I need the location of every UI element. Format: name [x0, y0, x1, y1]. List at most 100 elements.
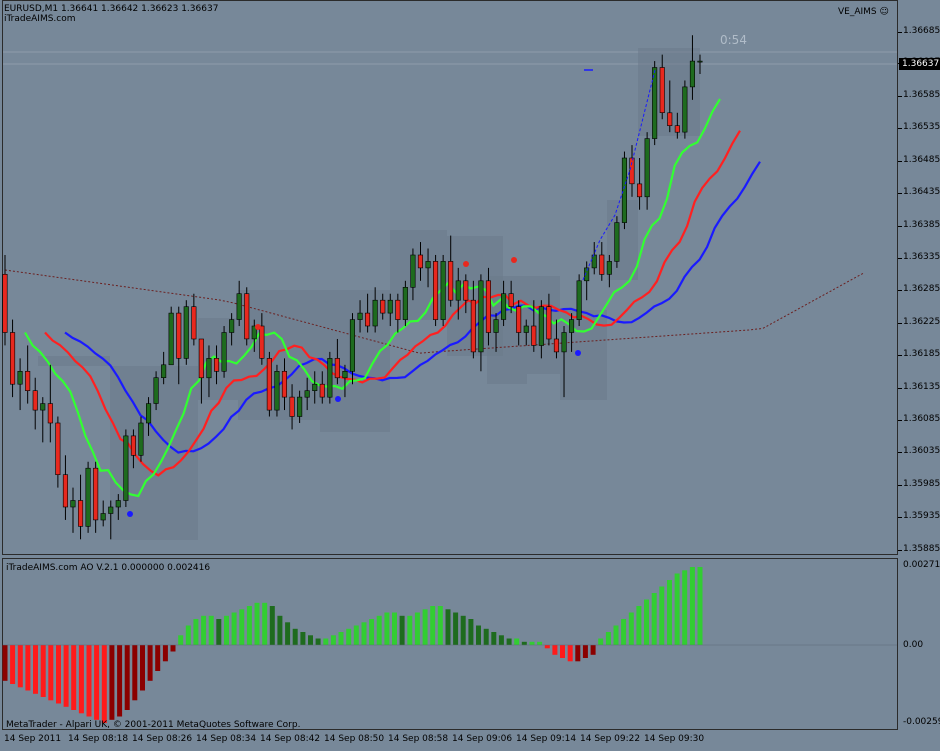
- ao-bar: [674, 573, 680, 645]
- ao-bar: [667, 580, 672, 645]
- symbol-ohlc-line: EURUSD,M1 1.36641 1.36642 1.36623 1.3663…: [4, 4, 219, 14]
- ao-bar: [78, 645, 84, 714]
- bear-candle: [553, 338, 560, 353]
- bull-candle: [493, 319, 499, 333]
- bear-candle: [198, 338, 204, 379]
- bull-candle: [652, 67, 658, 139]
- bear-candle: [546, 306, 552, 340]
- bull-candle: [85, 467, 91, 527]
- ao-bar: [636, 606, 642, 645]
- ao-bar: [621, 619, 627, 645]
- current-price-tag: 1.36637: [899, 58, 940, 70]
- time-label: 14 Sep 08:34: [196, 734, 257, 744]
- bull-candle: [568, 319, 575, 333]
- price-tick: [898, 96, 902, 97]
- price-label: 1.36225: [903, 316, 940, 327]
- ao-title: iTradeAIMS.com AO V.2.1 0.000000 0.00241…: [6, 563, 211, 573]
- bear-candle: [599, 254, 605, 275]
- ao-bar: [10, 645, 16, 684]
- copyright-text: MetaTrader - Alpari UK, © 2001-2011 Meta…: [6, 720, 301, 730]
- bull-candle: [523, 325, 529, 333]
- ao-bar: [544, 645, 550, 649]
- price-tick: [898, 32, 902, 33]
- time-label: 14 Sep 09:06: [452, 734, 513, 744]
- bull-candle: [70, 500, 76, 508]
- ao-bar: [613, 625, 619, 645]
- ao-bar: [453, 612, 459, 645]
- bull-candle: [229, 319, 235, 333]
- bear-candle: [417, 254, 424, 269]
- ao-bar: [468, 619, 474, 645]
- price-label: 1.36135: [903, 381, 940, 392]
- price-tick: [898, 355, 902, 357]
- ao-bar: [216, 619, 222, 645]
- time-label: 14 Sep 09:22: [580, 734, 641, 744]
- price-tick: [898, 549, 902, 551]
- bear-candle: [485, 280, 492, 333]
- price-label: 1.36185: [903, 349, 940, 360]
- ao-bar: [162, 645, 168, 662]
- bull-candle: [357, 312, 363, 320]
- price-label: 1.36585: [903, 90, 940, 100]
- ao-bar: [71, 645, 77, 710]
- ao-bar: [552, 645, 558, 655]
- ao-bar: [483, 628, 489, 646]
- bull-candle: [349, 319, 356, 372]
- bull-candle: [312, 383, 318, 392]
- ao-bar: [33, 645, 38, 694]
- time-label: 14 Sep 09:14: [516, 734, 577, 744]
- bear-candle: [25, 370, 31, 391]
- smiley-icon: ☺: [879, 7, 889, 17]
- ao-bar: [697, 567, 703, 645]
- price-tick: [898, 452, 902, 454]
- bull-candle: [689, 60, 696, 88]
- ao-bar: [628, 612, 634, 645]
- ao-bar: [491, 632, 497, 645]
- time-label: 14 Sep 08:26: [132, 734, 193, 744]
- bear-candle: [191, 306, 197, 340]
- ao-axis-label-bottom: -0.00259: [903, 717, 940, 727]
- price-label: 1.35935: [903, 511, 940, 522]
- bear-candle: [281, 370, 288, 398]
- price-tick: [898, 484, 902, 486]
- ao-bar: [140, 645, 145, 691]
- bull-candle: [304, 390, 310, 398]
- ao-bar: [269, 606, 275, 645]
- time-label: 14 Sep 08:58: [388, 734, 449, 744]
- time-label: 14 Sep 08:18: [68, 734, 129, 744]
- ao-bar: [476, 625, 481, 645]
- ao-bar: [460, 615, 466, 646]
- ao-bar: [124, 645, 130, 710]
- price-tick: [898, 128, 902, 130]
- bull-candle: [123, 435, 129, 501]
- bull-candle: [614, 222, 620, 262]
- metatrader-chart-window: EURUSD,M1 1.36641 1.36642 1.36623 1.3663…: [0, 0, 940, 751]
- ao-bar: [254, 602, 260, 646]
- ao-bar: [575, 645, 581, 662]
- bear-candle: [674, 125, 680, 133]
- bear-candle: [470, 299, 476, 353]
- bear-candle: [319, 383, 325, 398]
- bear-candle: [531, 325, 537, 346]
- ao-bar: [315, 638, 321, 645]
- ao-bar: [689, 567, 695, 645]
- bull-candle: [327, 358, 333, 398]
- bear-candle: [636, 183, 643, 198]
- bull-candle: [274, 370, 280, 411]
- bull-candle: [115, 500, 121, 508]
- ao-bar: [605, 632, 611, 645]
- bar-countdown: 0:54: [720, 33, 747, 47]
- bull-candle: [138, 422, 144, 456]
- ao-bar: [170, 645, 176, 652]
- price-tick: [898, 387, 902, 389]
- bull-candle: [538, 306, 544, 346]
- bull-candle: [455, 280, 461, 301]
- ao-bar: [94, 645, 100, 720]
- bear-candle: [448, 261, 454, 301]
- ao-bar: [323, 638, 329, 645]
- bull-candle: [221, 332, 227, 372]
- price-label: 1.35985: [903, 478, 940, 489]
- ao-bar: [521, 641, 527, 646]
- ao-bar: [117, 645, 123, 717]
- bull-candle: [500, 293, 507, 320]
